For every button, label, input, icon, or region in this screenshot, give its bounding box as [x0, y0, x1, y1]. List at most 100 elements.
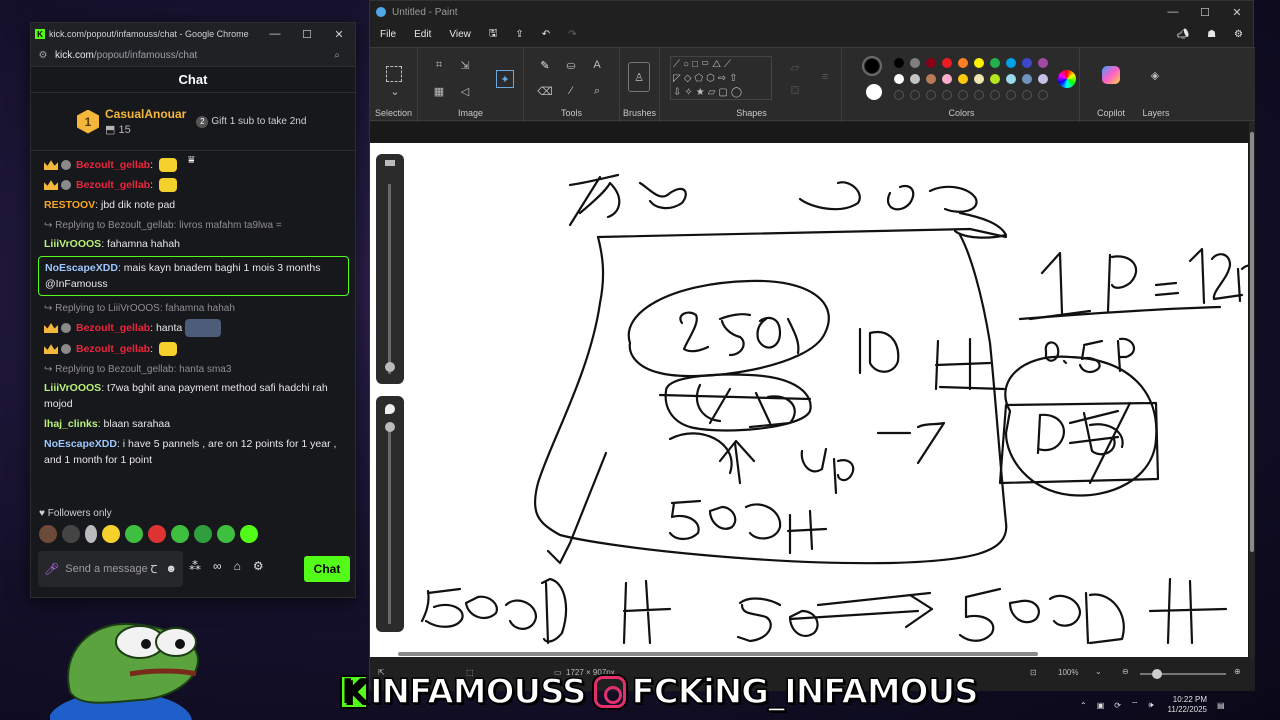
shapes-gallery[interactable]: ⟋○□▭△⟋ ◸◇⬠⬡⇨⇧ ⇩✧★▱▢◯	[670, 56, 772, 100]
pencil-icon[interactable]: ✎	[538, 58, 552, 72]
magnifier-icon[interactable]: ⌕	[590, 84, 604, 98]
empty-custom-color-slot[interactable]	[990, 90, 1000, 100]
gift-prompt[interactable]: 2 Gift 1 sub to take 2nd	[196, 115, 306, 128]
maximize-button[interactable]: ☐	[291, 28, 323, 41]
color-swatch[interactable]	[1022, 58, 1032, 68]
reply-context[interactable]: ↪ Replying to LiiiVrOOOS: fahamna hahah	[44, 302, 349, 315]
crop-icon[interactable]: ⌗	[432, 58, 446, 72]
chat-username[interactable]: lhaj_clinks	[44, 418, 98, 430]
paint-maximize-button[interactable]: ☐	[1189, 6, 1221, 19]
paint-settings-icon[interactable]: ⚙	[1234, 29, 1243, 40]
paint-close-button[interactable]: ✕	[1221, 6, 1253, 19]
send-chat-button[interactable]: Chat	[304, 556, 350, 582]
color-swatch[interactable]	[1006, 58, 1016, 68]
emote-4[interactable]	[102, 525, 120, 543]
zoom-level[interactable]: 100%	[1058, 668, 1078, 677]
chat-username[interactable]: Bezoult_gellab	[76, 343, 150, 355]
tray-sync-icon[interactable]: ⟳	[1114, 701, 1121, 710]
color-swatch[interactable]	[894, 58, 904, 68]
vertical-scroll-thumb[interactable]	[1250, 132, 1254, 552]
selection-icon[interactable]	[386, 66, 402, 82]
volume-icon[interactable]: 🕪︎	[1149, 700, 1154, 710]
vertical-scrollbar[interactable]	[1249, 122, 1255, 657]
empty-custom-color-slot[interactable]	[1006, 90, 1016, 100]
zoom-slider-thumb[interactable]	[1152, 669, 1162, 679]
chat-username[interactable]: RESTOOV	[44, 199, 95, 211]
empty-custom-color-slot[interactable]	[1022, 90, 1032, 100]
color-swatch[interactable]	[942, 58, 952, 68]
gift-sub-icon[interactable]: ⁂	[189, 559, 201, 573]
undo-icon[interactable]: ↶	[542, 29, 550, 40]
account-icon[interactable]: ☗	[1207, 29, 1216, 40]
color-swatch[interactable]	[974, 74, 984, 84]
horizontal-scrollbar[interactable]	[378, 651, 1248, 657]
site-info-icon[interactable]: ⚙	[37, 50, 49, 62]
outline-icon[interactable]: ▱	[788, 60, 802, 74]
opacity-slider-track[interactable]	[376, 396, 404, 632]
empty-custom-color-slot[interactable]	[926, 90, 936, 100]
emote-1[interactable]	[39, 525, 57, 543]
drawing-canvas[interactable]	[370, 143, 1276, 657]
color-swatch[interactable]	[926, 74, 936, 84]
taskbar-clock[interactable]: 10:22 PM 11/22/2025	[1168, 695, 1207, 715]
color-swatch[interactable]	[958, 58, 968, 68]
emote-6[interactable]	[148, 525, 166, 543]
empty-custom-color-slot[interactable]	[942, 90, 952, 100]
color-swatch[interactable]	[990, 58, 1000, 68]
chat-username[interactable]: Bezoult_gellab	[76, 179, 150, 191]
color-swatch[interactable]	[1022, 74, 1032, 84]
emoji-icon[interactable]: ☻	[165, 563, 177, 575]
infinity-icon[interactable]: ∞	[213, 559, 222, 573]
text-icon[interactable]: A	[590, 58, 604, 72]
chat-username[interactable]: NoEscapeXDD	[44, 438, 117, 450]
layers-icon[interactable]: ◈	[1148, 68, 1162, 82]
emote-2[interactable]	[62, 525, 80, 543]
horizontal-scroll-thumb[interactable]	[398, 652, 1038, 656]
rotate-icon[interactable]: ◁	[458, 84, 472, 98]
wifi-icon[interactable]: ⌔	[1131, 700, 1139, 710]
color-swatch[interactable]	[942, 74, 952, 84]
microphone-icon[interactable]: 🎤︎	[44, 562, 59, 576]
image-select-icon[interactable]: ▦	[432, 84, 446, 98]
copilot-icon[interactable]	[1102, 66, 1120, 84]
reply-context[interactable]: ↪ Replying to Bezoult_gellab: livros maf…	[44, 219, 349, 232]
top-gifter-name[interactable]: CasualAnouar	[105, 107, 186, 121]
zoom-out-icon[interactable]: ⊖	[1122, 667, 1129, 676]
empty-custom-color-slot[interactable]	[894, 90, 904, 100]
stroke-size-icon[interactable]: ≡	[818, 70, 832, 84]
color-swatch[interactable]	[990, 74, 1000, 84]
empty-custom-color-slot[interactable]	[974, 90, 984, 100]
empty-custom-color-slot[interactable]	[1038, 90, 1048, 100]
zoom-dropdown-icon[interactable]: ⌄	[1095, 667, 1102, 676]
secondary-color-swatch[interactable]	[866, 84, 882, 100]
image-generator-icon[interactable]: ✦	[496, 70, 514, 88]
emote-9[interactable]	[217, 525, 235, 543]
edit-colors-icon[interactable]	[1058, 70, 1076, 88]
fill-icon[interactable]: ⛀	[564, 58, 578, 72]
brush-icon[interactable]: ♙	[628, 62, 650, 92]
chat-username[interactable]: LiiiVrOOOS	[44, 238, 101, 250]
emote-5[interactable]	[125, 525, 143, 543]
color-swatch[interactable]	[958, 74, 968, 84]
share-icon[interactable]: ⇪	[515, 29, 523, 40]
address-bar[interactable]: ⚙ kick.com/popout/infamouss/chat ⌕	[31, 45, 355, 67]
color-swatch[interactable]	[894, 74, 904, 84]
translate-icon[interactable]: Ꞇ	[151, 562, 158, 577]
chat-username[interactable]: Bezoult_gellab	[76, 322, 150, 334]
emote-7[interactable]	[171, 525, 189, 543]
empty-custom-color-slot[interactable]	[958, 90, 968, 100]
save-icon[interactable]: 🖫︎	[489, 26, 498, 43]
emote-8[interactable]	[194, 525, 212, 543]
emote-10[interactable]	[240, 525, 258, 543]
color-picker-icon[interactable]: ⁄	[564, 84, 578, 98]
chat-message-input[interactable]: 🎤︎ Send a message Ꞇ ☻	[38, 551, 183, 587]
chat-username[interactable]: Bezoult_gellab	[76, 159, 150, 171]
fit-to-window-icon[interactable]: ⊡	[1030, 668, 1037, 677]
settings-gear-icon[interactable]: ⚙	[253, 559, 264, 573]
notifications-icon[interactable]: ▤	[1217, 701, 1225, 710]
zoom-in-icon[interactable]: ⊕	[1234, 667, 1241, 676]
menu-edit[interactable]: Edit	[414, 29, 431, 40]
close-button[interactable]: ✕	[323, 28, 355, 41]
color-swatch[interactable]	[926, 58, 936, 68]
opacity-slider-thumb[interactable]	[385, 422, 395, 432]
